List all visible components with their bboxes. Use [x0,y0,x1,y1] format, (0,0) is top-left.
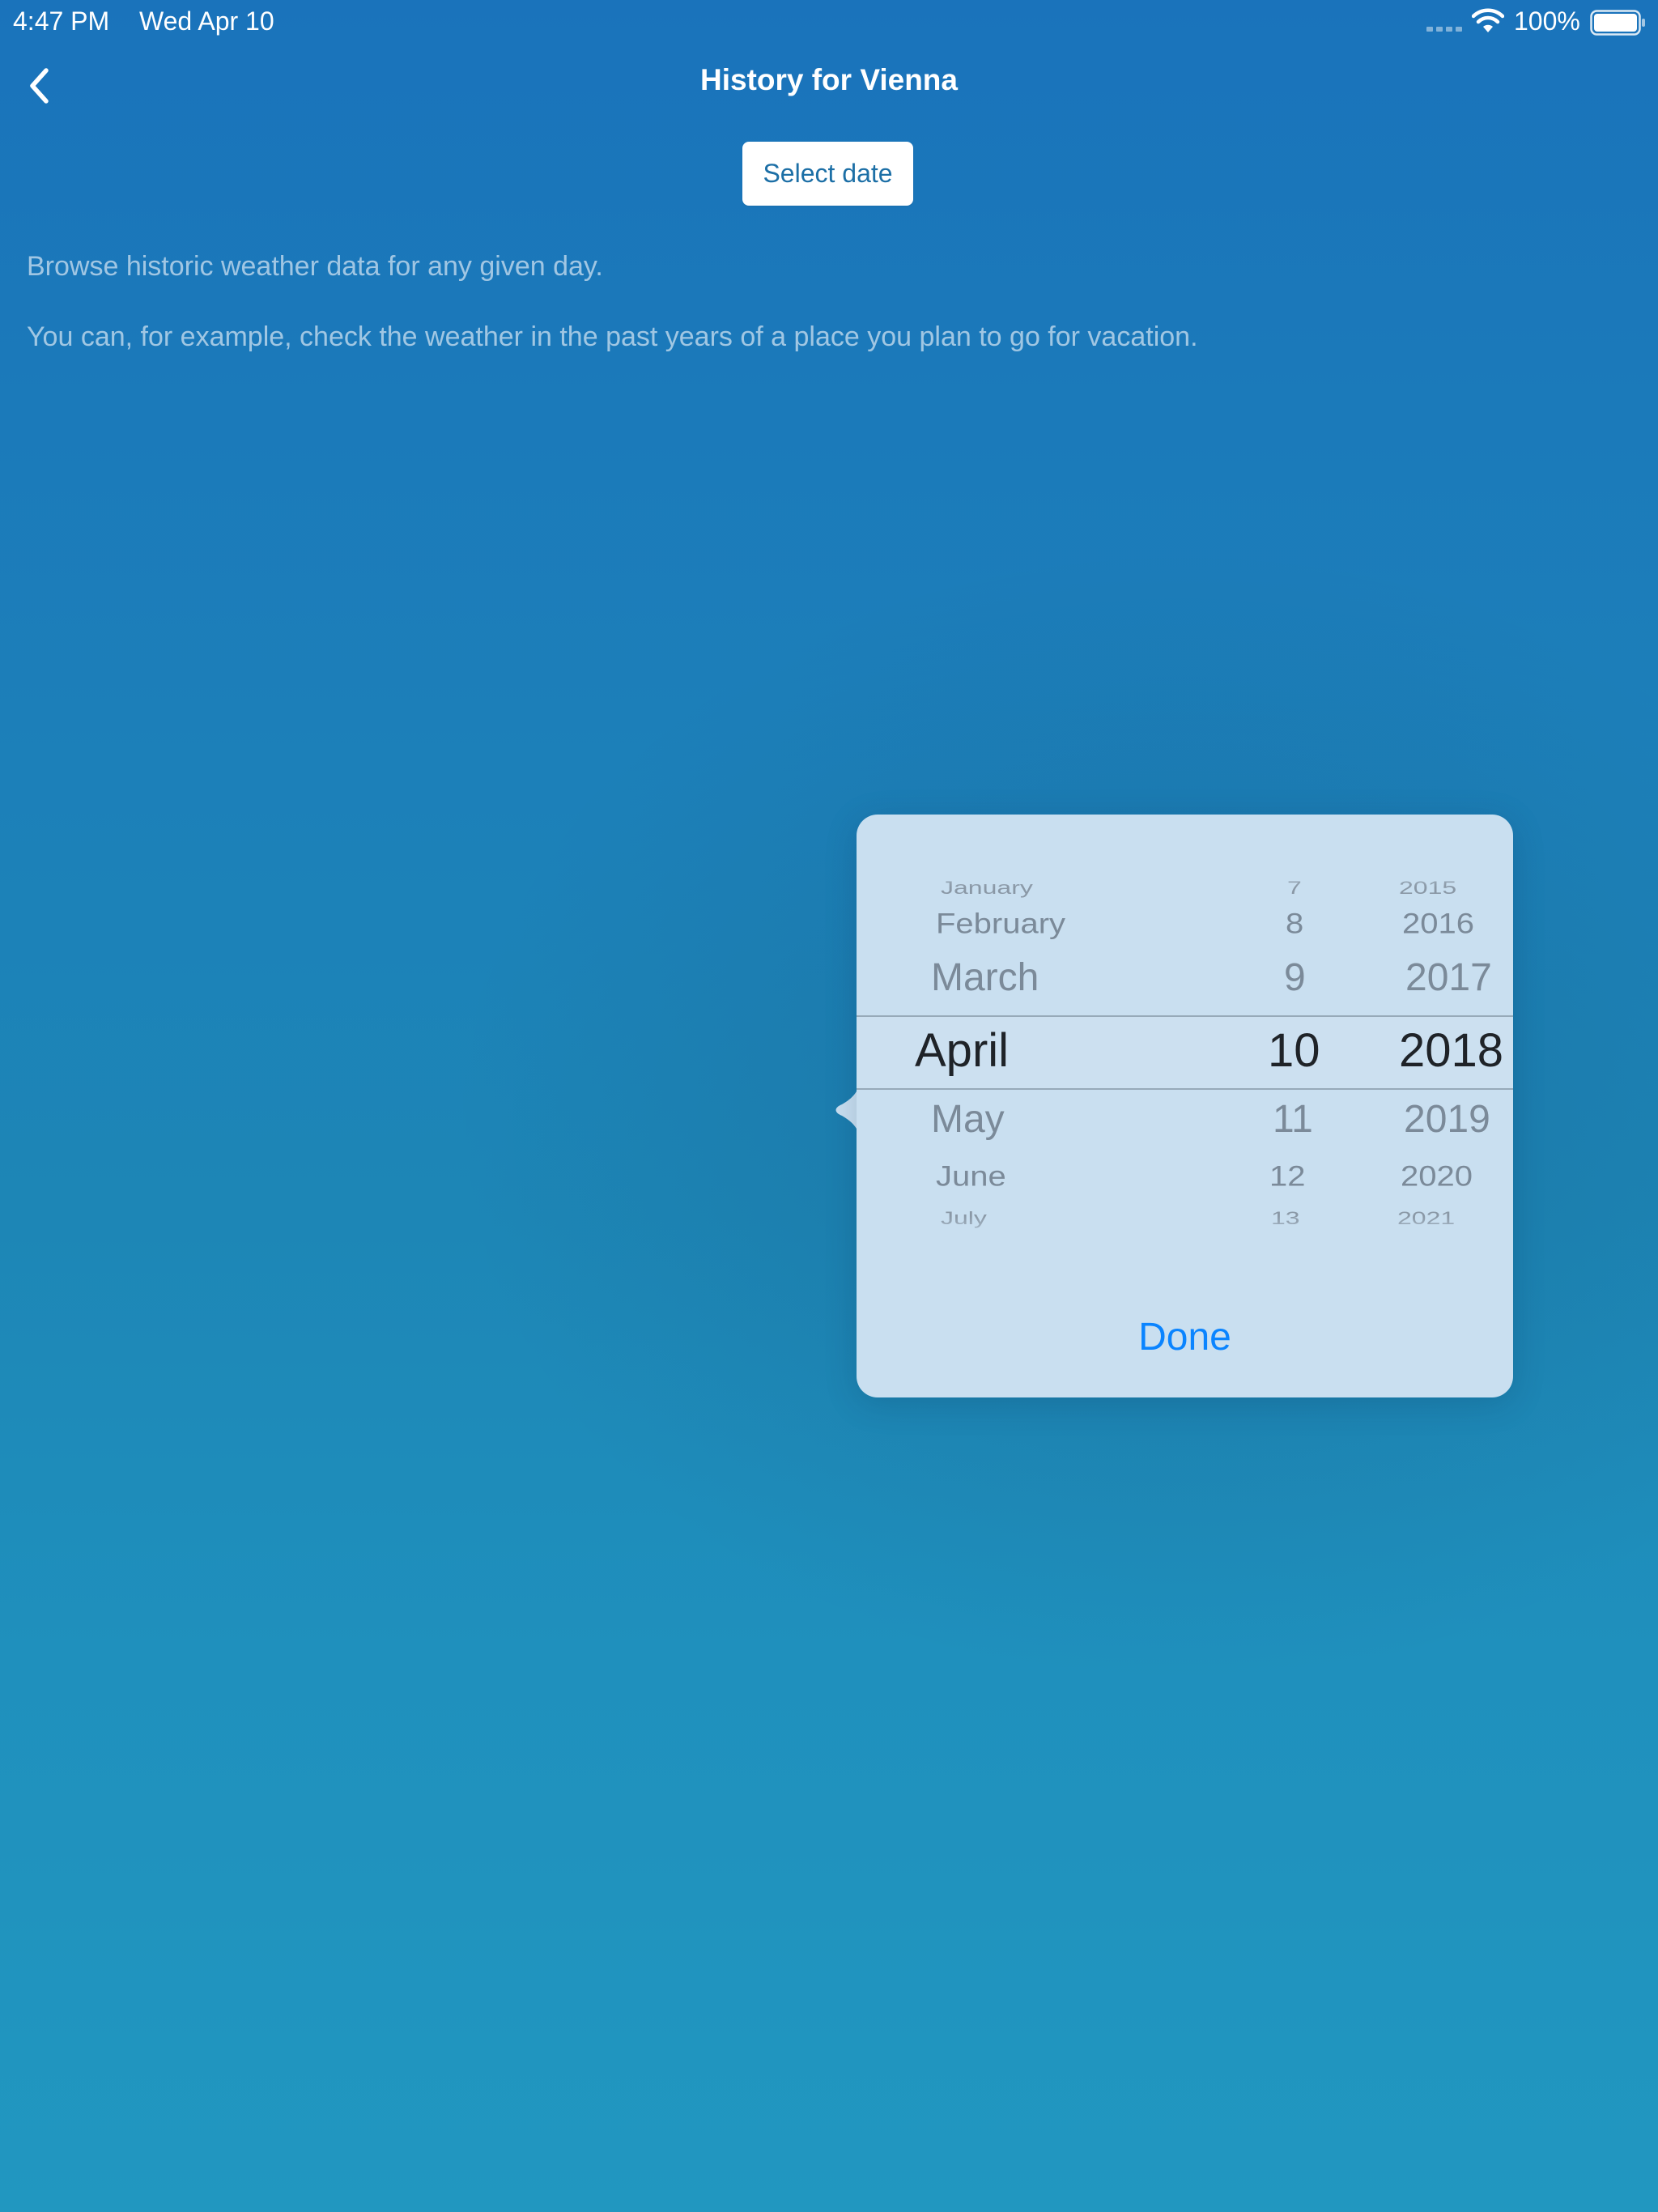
battery-icon [1590,10,1645,36]
day-option[interactable]: 12 [1269,1161,1306,1193]
month-option[interactable]: June [936,1161,1006,1193]
cellular-signal-icon [1426,27,1462,32]
battery-percent: 100% [1514,6,1580,36]
select-date-button[interactable]: Select date [742,142,913,206]
page-title: History for Vienna [699,63,958,96]
year-column[interactable]: 2015 2016 2017 2018 2019 2020 2021 [1326,855,1513,1249]
year-option[interactable]: 2017 [1405,955,1492,1000]
intro-text-1: Browse historic weather data for any giv… [27,251,603,282]
wifi-icon [1472,8,1504,32]
year-option[interactable]: 2019 [1404,1097,1490,1142]
date-picker-popover: January February March April May June Ju… [857,815,1513,1397]
month-option[interactable]: January [941,878,1033,899]
month-option[interactable]: May [931,1097,1005,1142]
year-option[interactable]: 2021 [1397,1208,1455,1229]
month-option[interactable]: July [941,1208,987,1229]
year-option-selected[interactable]: 2018 [1399,1023,1503,1078]
month-column[interactable]: January February March April May June Ju… [857,855,1197,1249]
year-option[interactable]: 2016 [1402,908,1474,941]
done-button[interactable]: Done [857,1315,1513,1372]
month-option-selected[interactable]: April [915,1023,1009,1078]
intro-text-2: You can, for example, check the weather … [27,321,1198,352]
year-option[interactable]: 2020 [1401,1161,1473,1193]
day-option[interactable]: 11 [1273,1097,1313,1142]
month-option[interactable]: March [931,955,1039,1000]
month-option[interactable]: February [936,908,1065,941]
day-option[interactable]: 13 [1271,1208,1300,1229]
day-option[interactable]: 7 [1287,878,1302,899]
status-date: Wed Apr 10 [139,6,274,36]
day-option[interactable]: 8 [1286,908,1303,941]
date-picker[interactable]: January February March April May June Ju… [857,855,1513,1249]
year-option[interactable]: 2015 [1399,878,1456,899]
status-time: 4:47 PM [13,6,110,36]
day-option-selected[interactable]: 10 [1268,1023,1320,1078]
day-option[interactable]: 9 [1284,955,1306,1000]
status-bar: 4:47 PM Wed Apr 10 100% [0,0,1658,45]
day-column[interactable]: 7 8 9 10 11 12 13 [1197,855,1326,1249]
